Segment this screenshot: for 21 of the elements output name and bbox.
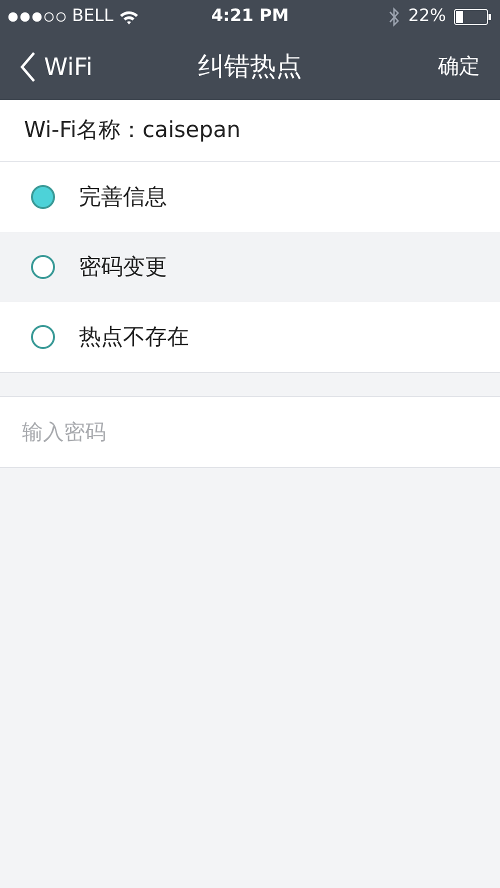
- confirm-button[interactable]: 确定: [438, 51, 480, 83]
- radio-button[interactable]: [31, 185, 55, 209]
- option-label: 热点不存在: [79, 324, 189, 352]
- option-row[interactable]: 热点不存在: [0, 302, 500, 372]
- signal-icon: [8, 12, 66, 22]
- battery-percent: 22%: [408, 5, 446, 28]
- carrier-name: BELL: [72, 5, 114, 28]
- radio-button[interactable]: [31, 325, 55, 349]
- status-time: 4:21 PM: [211, 5, 289, 28]
- bluetooth-icon: [388, 7, 400, 27]
- chevron-left-icon: [20, 51, 36, 83]
- option-label: 密码变更: [79, 254, 167, 282]
- battery-icon: [454, 9, 492, 25]
- back-button[interactable]: WiFi: [20, 49, 93, 85]
- radio-button[interactable]: [31, 255, 55, 279]
- page-title: 纠错热点: [198, 50, 302, 84]
- password-field[interactable]: 输入密码: [0, 396, 500, 468]
- wifi-icon: [119, 10, 140, 24]
- wifi-name: Wi-Fi名称：caisepan: [0, 100, 500, 162]
- option-label: 完善信息: [79, 184, 167, 212]
- option-row[interactable]: 完善信息: [0, 162, 500, 232]
